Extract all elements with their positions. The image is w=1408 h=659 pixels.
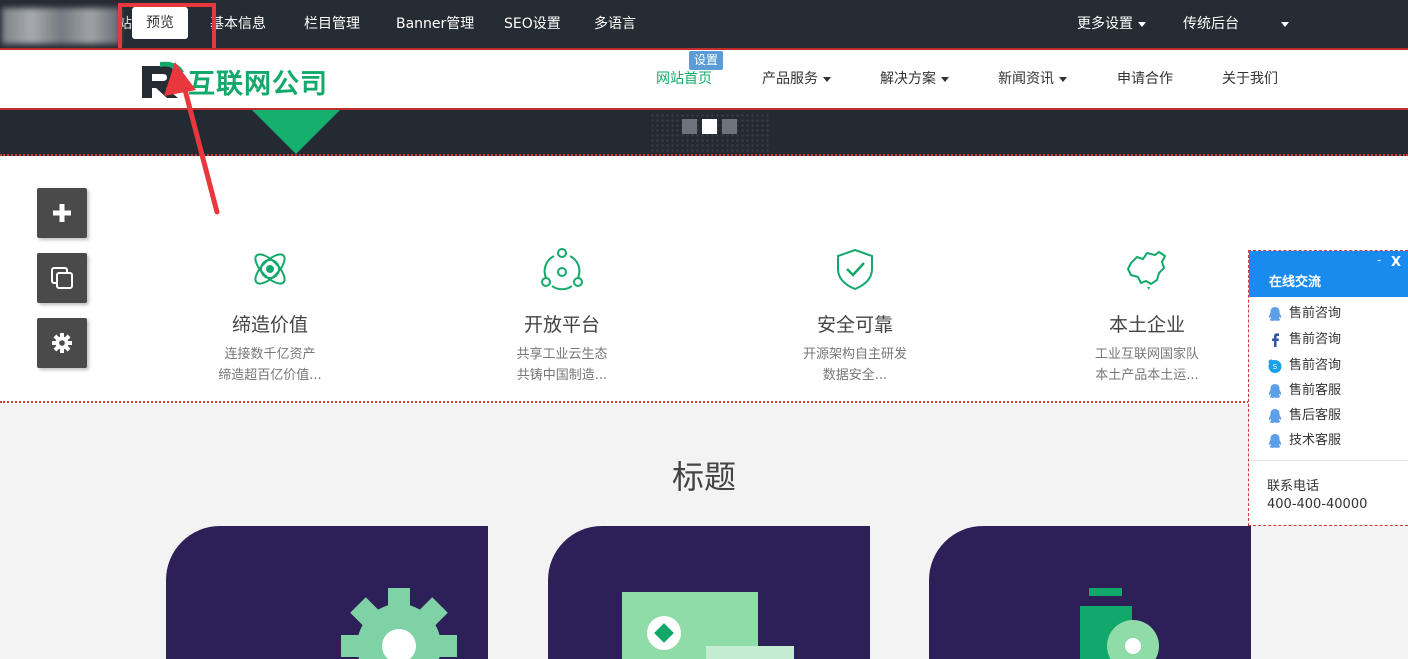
- banner-triangle-decoration: [252, 110, 340, 154]
- chat-close-button[interactable]: X: [1391, 255, 1401, 270]
- seo-settings-menu[interactable]: SEO设置: [504, 0, 561, 48]
- nav-solutions-label: 解决方案: [880, 71, 936, 87]
- copy-icon: [51, 267, 73, 289]
- feature-desc: 工业互联网国家队 本土产品本土运...: [1027, 344, 1267, 386]
- service-card[interactable]: [929, 526, 1251, 659]
- features-section: 缔造价值 连接数千亿资产 缔造超百亿价值... 开放平台 共享工业云生态 共铸中…: [0, 157, 1408, 403]
- feature-title: 缔造价值: [231, 314, 308, 336]
- chevron-down-icon: [941, 76, 949, 82]
- nav-products-label: 产品服务: [762, 71, 818, 87]
- more-settings-menu[interactable]: 更多设置: [1077, 0, 1146, 48]
- skype-icon: S: [1268, 359, 1282, 373]
- feature-desc-line: 开源架构自主研发: [802, 347, 907, 362]
- chat-header: 在线交流 - X: [1249, 251, 1408, 297]
- qq-icon: [1268, 306, 1282, 321]
- slider-dot[interactable]: [722, 119, 737, 134]
- feature-desc-line: 数据安全...: [822, 368, 888, 383]
- feature-desc-line: 工业互联网国家队: [1094, 347, 1199, 362]
- chat-contact-item[interactable]: 技术客服: [1267, 431, 1341, 451]
- chevron-down-icon: [1281, 21, 1289, 27]
- chat-contact-label: 售前客服: [1289, 383, 1342, 398]
- chat-contact-label: 售前咨询: [1289, 306, 1342, 321]
- nav-news-label: 新闻资讯: [998, 71, 1054, 87]
- add-block-button[interactable]: [37, 188, 87, 238]
- block-settings-button[interactable]: [37, 318, 87, 368]
- chevron-down-icon: [823, 76, 831, 82]
- svg-text:S: S: [1273, 363, 1278, 371]
- chat-contact-item[interactable]: 售后客服: [1267, 406, 1341, 426]
- basic-info-menu[interactable]: 基本信息: [210, 0, 266, 48]
- nav-home[interactable]: 网站首页: [656, 48, 712, 110]
- plus-icon: [53, 204, 71, 222]
- feature-desc-line: 共享工业云生态: [516, 347, 608, 362]
- feature-item[interactable]: 缔造价值 连接数千亿资产 缔造超百亿价值...: [150, 247, 390, 386]
- chat-contact-item[interactable]: 售前咨询: [1267, 304, 1341, 324]
- nav-about[interactable]: 关于我们: [1222, 48, 1278, 110]
- service-card[interactable]: [166, 526, 488, 659]
- online-chat-panel: 在线交流 - X 售前咨询 售前咨询 S 售前咨询 售前客服 售后客服 技术客服 …: [1248, 250, 1408, 526]
- shield-check-icon: [837, 248, 873, 291]
- chat-contact-item[interactable]: S 售前咨询: [1267, 356, 1341, 376]
- feature-title: 本土企业: [1108, 314, 1185, 336]
- feature-title: 开放平台: [523, 314, 600, 336]
- slider-dot[interactable]: [682, 119, 697, 134]
- account-dropdown[interactable]: [1276, 0, 1289, 48]
- chevron-down-icon: [1059, 76, 1067, 82]
- chat-minimize-button[interactable]: -: [1377, 253, 1381, 267]
- gear-illustration-icon: [341, 588, 457, 659]
- feature-desc-line: 缔造超百亿价值...: [218, 368, 322, 383]
- feature-desc: 开源架构自主研发 数据安全...: [735, 344, 975, 386]
- chat-contact-label: 售后客服: [1289, 408, 1342, 423]
- feature-title: 安全可靠: [816, 314, 893, 336]
- contact-phone-label: 联系电话: [1267, 479, 1320, 494]
- nav-cooperation[interactable]: 申请合作: [1117, 48, 1173, 110]
- feature-desc: 共享工业云生态 共铸中国制造...: [442, 344, 682, 386]
- blurred-site-name: [2, 8, 120, 44]
- document-illustration-icon: [622, 592, 794, 659]
- nav-news[interactable]: 新闻资讯: [998, 48, 1067, 110]
- battery-illustration-icon: [1080, 588, 1159, 659]
- chat-contact-item[interactable]: 售前客服: [1267, 381, 1341, 401]
- contact-phone-number[interactable]: 400-400-40000: [1267, 497, 1367, 512]
- atom-icon: [254, 253, 286, 285]
- classic-backend-link[interactable]: 传统后台: [1183, 0, 1239, 48]
- feature-item[interactable]: 安全可靠 开源架构自主研发 数据安全...: [735, 247, 975, 386]
- chat-divider: [1249, 460, 1408, 461]
- banner-management-menu[interactable]: Banner管理: [396, 0, 474, 48]
- slider-dot-active[interactable]: [702, 119, 717, 134]
- multi-language-menu[interactable]: 多语言: [594, 0, 636, 48]
- feature-desc-line: 本土产品本土运...: [1095, 368, 1199, 383]
- qq-icon: [1268, 408, 1282, 423]
- more-settings-label: 更多设置: [1077, 16, 1133, 32]
- china-map-icon: [1126, 250, 1167, 290]
- chat-contact-label: 售前咨询: [1289, 358, 1342, 373]
- feature-desc: 连接数千亿资产 缔造超百亿价值...: [150, 344, 390, 386]
- chat-contact-label: 售前咨询: [1289, 332, 1342, 347]
- qq-icon: [1268, 383, 1282, 398]
- gear-icon: [52, 333, 72, 353]
- feature-item[interactable]: 本土企业 工业互联网国家队 本土产品本土运...: [1027, 247, 1267, 386]
- feature-desc-line: 共铸中国制造...: [516, 368, 608, 383]
- qq-icon: [1268, 433, 1282, 448]
- facebook-icon: [1272, 332, 1279, 347]
- network-icon: [541, 248, 583, 291]
- service-card[interactable]: [548, 526, 870, 659]
- copy-block-button[interactable]: [37, 253, 87, 303]
- chat-contact-label: 技术客服: [1289, 433, 1342, 448]
- chat-title: 在线交流: [1269, 275, 1322, 290]
- nav-products[interactable]: 产品服务: [762, 48, 831, 110]
- logo-r-icon[interactable]: [138, 58, 188, 102]
- nav-solutions[interactable]: 解决方案: [880, 48, 949, 110]
- chevron-down-icon: [1138, 21, 1146, 27]
- column-management-menu[interactable]: 栏目管理: [304, 0, 360, 48]
- section-title: 标题: [671, 458, 736, 496]
- feature-item[interactable]: 开放平台 共享工业云生态 共铸中国制造...: [442, 247, 682, 386]
- feature-desc-line: 连接数千亿资产: [224, 347, 316, 362]
- chat-contact-item[interactable]: 售前咨询: [1267, 330, 1341, 350]
- logo-text[interactable]: 互联网公司: [188, 62, 328, 101]
